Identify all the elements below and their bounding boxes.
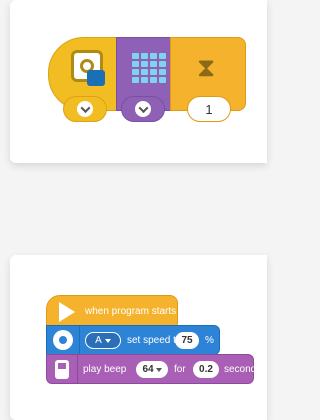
caret-down-icon xyxy=(155,367,162,372)
play-beep-block[interactable]: play beep 64 for 0.2 seconds xyxy=(46,354,261,384)
play-icon xyxy=(59,302,75,322)
set-speed-block[interactable]: A set speed to 75 % xyxy=(46,325,220,355)
motor-icon xyxy=(53,330,73,350)
wait-seconds-input[interactable]: 1 xyxy=(187,96,231,122)
port-dropdown[interactable]: A xyxy=(85,332,121,349)
matrix-dropdown[interactable] xyxy=(121,96,165,122)
start-label: when program starts xyxy=(85,306,177,317)
duration-input[interactable]: 0.2 xyxy=(193,361,219,378)
chevron-down-icon xyxy=(77,101,93,117)
play-beep-label: play beep xyxy=(83,364,127,375)
note-dropdown[interactable]: 64 xyxy=(136,361,168,378)
light-matrix-icon xyxy=(132,53,166,83)
for-label: for xyxy=(174,364,186,375)
sensor-port-badge xyxy=(87,70,105,86)
hub-icon xyxy=(55,360,69,379)
speed-unit: % xyxy=(205,335,214,346)
set-speed-label: set speed to xyxy=(127,335,182,346)
sensor-dropdown[interactable] xyxy=(63,96,107,122)
chevron-down-icon xyxy=(135,101,151,117)
caret-down-icon xyxy=(104,338,111,343)
hourglass-icon: ⧗ xyxy=(197,52,216,82)
speed-input[interactable]: 75 xyxy=(175,332,199,349)
port-value: A xyxy=(95,335,102,346)
when-program-starts-block[interactable]: when program starts xyxy=(46,295,178,329)
seconds-label: seconds xyxy=(224,364,262,375)
note-value: 64 xyxy=(142,364,154,375)
